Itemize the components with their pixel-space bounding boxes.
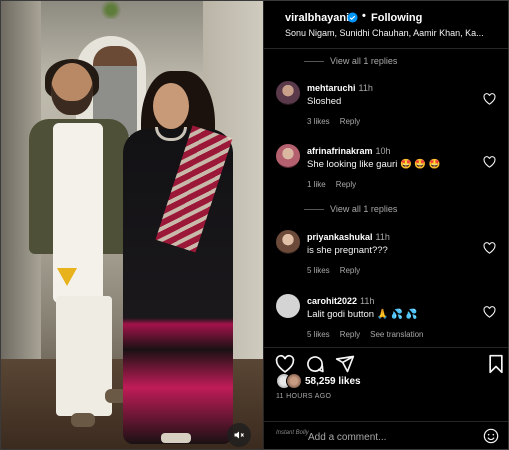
comment-item: carohit2022 11h Lalit godi button 🙏 💦 💦 5… [264,294,509,350]
plant [99,1,123,19]
reply-divider [304,208,324,210]
comment-meta: 5 likes Reply See translation [307,330,424,339]
liker-avatar [286,373,302,389]
view-replies-link[interactable]: View all 1 replies [304,56,397,66]
following-button[interactable]: Following [371,12,422,24]
reply-button[interactable]: Reply [340,330,360,339]
comment-text: She looking like gauri 🤩 🤩 🤩 [307,159,441,170]
reply-button[interactable]: Reply [336,180,356,189]
comment-item: afrinafrinakram 10h She looking like gaur… [264,144,509,200]
heart-icon[interactable] [483,93,496,105]
reply-divider [304,60,324,62]
commenter-avatar[interactable] [276,144,300,168]
see-translation-link[interactable]: See translation [370,330,423,339]
view-replies-label: View all 1 replies [330,204,398,214]
verified-badge-icon [347,12,358,23]
comment-meta: 1 like Reply [307,180,356,189]
author-username[interactable]: viralbhayani [285,12,349,24]
bookmark-icon[interactable] [486,354,506,374]
comment-username[interactable]: carohit2022 [307,296,357,306]
watermark-text: Instant Bolly [276,430,309,436]
commenter-name[interactable]: priyankashukal 11h [307,232,390,242]
post-header: viralbhayani • Following Sonu Nigam, Sun… [264,1,509,49]
woman-face [153,83,189,129]
comment-likes[interactable]: 1 like [307,180,326,189]
comment-time: 11h [360,296,375,306]
comment-time: 11h [375,232,390,242]
man-pants [56,296,112,416]
commenter-name[interactable]: afrinafrinakram 10h [307,146,391,156]
comment-input[interactable] [308,428,458,446]
post-media[interactable] [1,1,263,449]
mute-icon [234,431,244,439]
reply-button[interactable]: Reply [340,266,360,275]
reply-button[interactable]: Reply [340,117,360,126]
comment-meta: 5 likes Reply [307,266,360,275]
comment-username[interactable]: afrinafrinakram [307,146,373,156]
man-shoe [71,413,95,427]
heart-icon[interactable] [483,242,496,254]
mute-button[interactable] [227,423,251,447]
comment-item: priyankashukal 11h is she pregnant??? 5 l… [264,230,509,286]
man-head [51,63,93,115]
comment-likes[interactable]: 3 likes [307,117,330,126]
commenter-avatar[interactable] [276,230,300,254]
heart-icon[interactable] [483,156,496,168]
comment-time: 11h [358,83,373,93]
commenter-name[interactable]: carohit2022 11h [307,296,374,306]
posted-time: 11 HOURS AGO [276,393,332,400]
heart-icon[interactable] [483,306,496,318]
likes-row[interactable]: 58,259 likes [276,373,496,391]
comment-username[interactable]: priyankashukal [307,232,373,242]
comment-text: Lalit godi button 🙏 💦 💦 [307,309,418,320]
view-replies-label: View all 1 replies [330,56,398,66]
dot-separator: • [362,10,366,22]
comment-likes[interactable]: 5 likes [307,330,330,339]
add-comment-bar: Instant Bolly [264,421,509,449]
comment-text: is she pregnant??? [307,245,388,256]
watermark-logo-icon [57,268,77,286]
comment-likes[interactable]: 5 likes [307,266,330,275]
audio-subtitle[interactable]: Sonu Nigam, Sunidhi Chauhan, Aamir Khan,… [285,28,505,38]
share-icon[interactable] [335,354,355,374]
comment-username[interactable]: mehtaruchi [307,83,356,93]
view-replies-link[interactable]: View all 1 replies [304,204,397,214]
commenter-avatar[interactable] [276,294,300,318]
comment-time: 10h [375,146,391,156]
comments-panel: viralbhayani • Following Sonu Nigam, Sun… [263,1,509,449]
woman-shoe [161,433,191,443]
comment-meta: 3 likes Reply [307,117,360,126]
likes-count[interactable]: 58,259 likes [305,376,361,387]
comment-text: Sloshed [307,96,342,107]
like-heart-icon[interactable] [275,354,295,374]
comment-icon[interactable] [305,354,325,374]
commenter-avatar[interactable] [276,81,300,105]
commenter-name[interactable]: mehtaruchi 11h [307,83,373,93]
smile-icon[interactable] [483,428,499,444]
comment-item: mehtaruchi 11h Sloshed 3 likes Reply [264,81,509,137]
